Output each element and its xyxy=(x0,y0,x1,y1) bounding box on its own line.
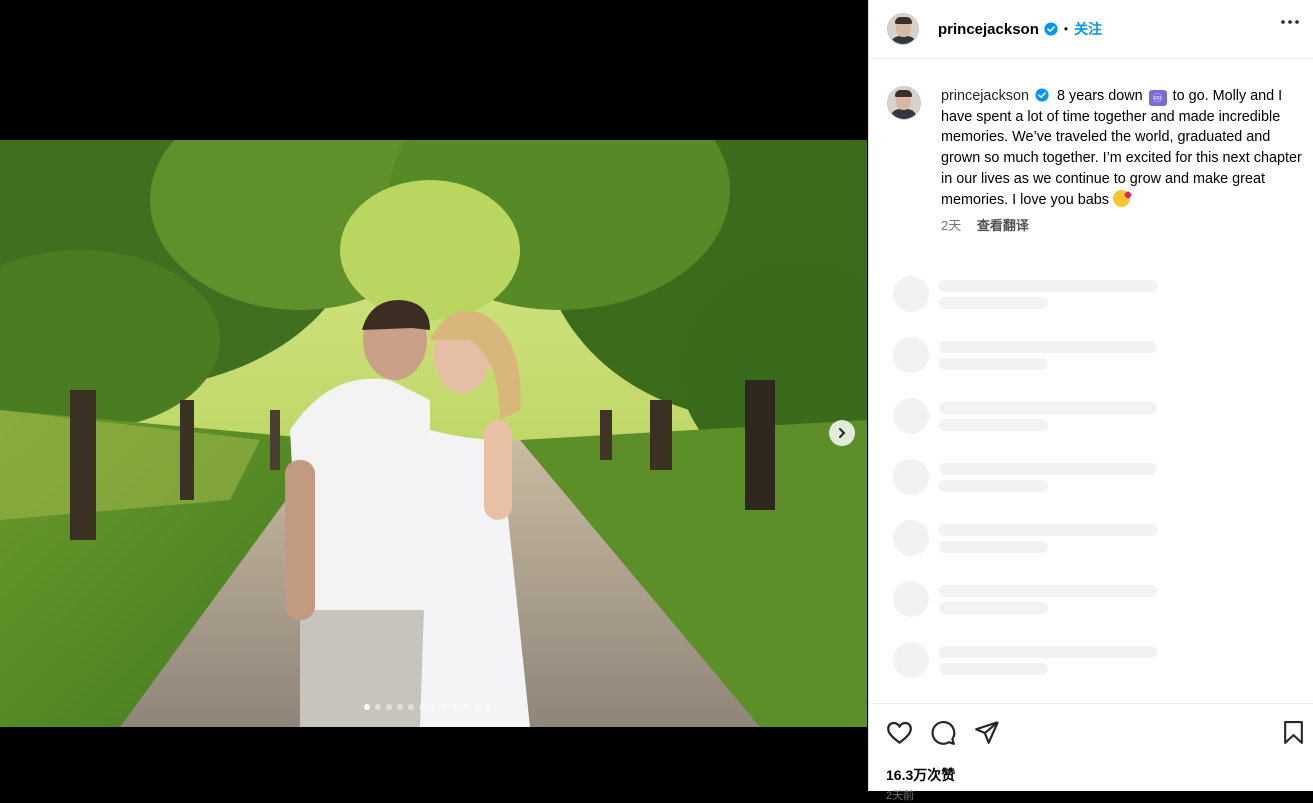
carousel-dot xyxy=(452,704,458,710)
skeleton-line xyxy=(939,480,1048,492)
skeleton-avatar xyxy=(893,520,929,556)
share-icon[interactable] xyxy=(974,720,1000,745)
skeleton-avatar xyxy=(893,642,929,678)
carousel-indicator xyxy=(364,704,491,710)
carousel-dot xyxy=(408,704,414,710)
skeleton-line xyxy=(939,341,1157,353)
skeleton-line xyxy=(939,541,1048,553)
verified-badge-icon xyxy=(1044,22,1058,36)
skeleton-avatar xyxy=(893,337,929,373)
more-options-icon[interactable] xyxy=(1281,20,1299,24)
carousel-dot xyxy=(375,704,381,710)
avatar[interactable] xyxy=(887,13,919,45)
skeleton-line xyxy=(939,358,1048,370)
skeleton-line xyxy=(939,602,1048,614)
post-actions: 16.3万次赞 2天前 xyxy=(869,703,1313,802)
photo-couple-in-park xyxy=(0,140,867,727)
carousel-dot xyxy=(441,704,447,710)
skeleton-line xyxy=(939,646,1157,658)
post-sidebar: princejackson • 关注 princejackson 8 years… xyxy=(868,0,1313,802)
caption-body-start: 8 years down xyxy=(1057,88,1143,104)
username-link[interactable]: princejackson xyxy=(938,21,1039,38)
caption-text: princejackson 8 years down ♾ to go. Moll… xyxy=(941,86,1307,210)
chevron-right-icon xyxy=(839,428,846,438)
skeleton-line xyxy=(939,663,1048,675)
caption-meta: 2天 查看翻译 xyxy=(941,215,1029,234)
like-count[interactable]: 16.3万次赞 xyxy=(886,765,955,785)
carousel-dot xyxy=(485,704,491,710)
carousel-dot xyxy=(364,704,370,710)
infinity-emoji: ♾ xyxy=(1148,90,1167,106)
carousel-dot xyxy=(397,704,403,710)
skeleton-line xyxy=(939,280,1157,292)
see-translation-button[interactable]: 查看翻译 xyxy=(977,218,1029,233)
skeleton-avatar xyxy=(893,398,929,434)
carousel-dot xyxy=(474,704,480,710)
skeleton-line xyxy=(939,419,1048,431)
caption-username[interactable]: princejackson xyxy=(941,88,1029,104)
skeleton-avatar xyxy=(893,459,929,495)
heart-icon[interactable] xyxy=(886,720,913,745)
post-date: 2天前 xyxy=(886,790,915,802)
post-time: 2天 xyxy=(941,218,962,233)
skeleton-line xyxy=(939,402,1157,414)
separator-dot: • xyxy=(1063,22,1069,36)
post-header: princejackson • 关注 xyxy=(869,0,1313,59)
carousel-dot xyxy=(463,704,469,710)
skeleton-line xyxy=(939,524,1157,536)
skeleton-avatar xyxy=(893,276,929,312)
comment-icon[interactable] xyxy=(930,720,956,746)
post-media xyxy=(0,0,867,791)
kiss-emoji xyxy=(1112,189,1130,207)
carousel-dot xyxy=(419,704,425,710)
carousel-next-button[interactable] xyxy=(829,420,855,446)
skeleton-line xyxy=(939,463,1157,475)
skeleton-line xyxy=(939,585,1157,597)
follow-button[interactable]: 关注 xyxy=(1074,19,1102,39)
bookmark-icon[interactable] xyxy=(1283,720,1304,745)
post-caption: princejackson 8 years down ♾ to go. Moll… xyxy=(887,86,1307,210)
verified-badge-icon xyxy=(1035,88,1049,102)
caption-avatar[interactable] xyxy=(887,86,921,120)
skeleton-avatar xyxy=(893,581,929,617)
carousel-dot xyxy=(430,704,436,710)
post-photo[interactable] xyxy=(0,140,867,727)
skeleton-line xyxy=(939,297,1048,309)
carousel-dot xyxy=(386,704,392,710)
